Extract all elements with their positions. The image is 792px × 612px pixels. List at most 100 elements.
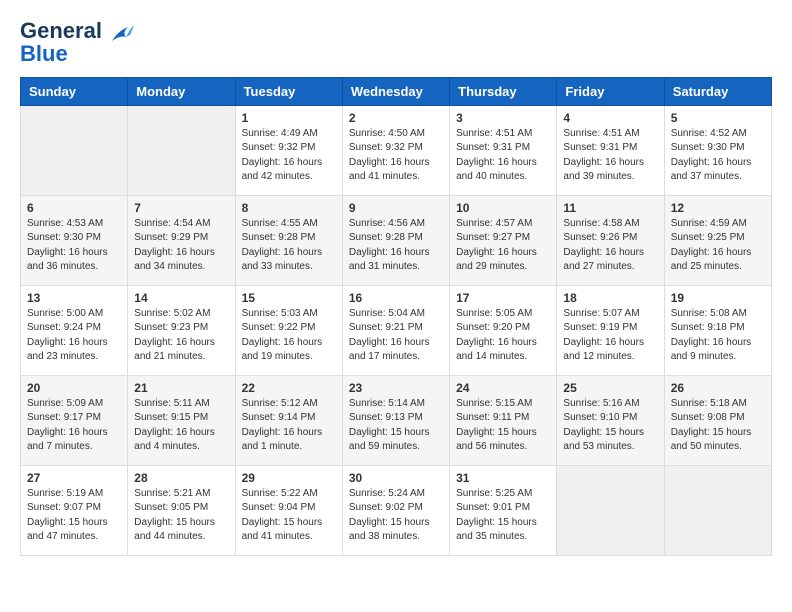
calendar-week-4: 20Sunrise: 5:09 AM Sunset: 9:17 PM Dayli… (21, 375, 772, 465)
calendar-cell: 13 Sunrise: 5:00 AM Sunset: 9:24 PM Dayli… (21, 285, 128, 375)
header-thursday: Thursday (450, 77, 557, 105)
calendar-cell: 3 Sunrise: 4:51 AM Sunset: 9:31 PM Daylig… (450, 105, 557, 195)
day-number: 3 (456, 111, 550, 125)
calendar-cell: 22 Sunrise: 5:12 AM Sunset: 9:14 PM Dayli… (235, 375, 342, 465)
day-info: Sunrise: 5:00 AM Sunset: 9:24 PM Dayligh… (27, 307, 121, 365)
day-info: Sunrise: 5:11 AM Sunset: 9:15 PM Dayligh… (134, 397, 228, 455)
day-number: 1 (242, 111, 336, 125)
day-info: Sunrise: 5:14 AM Sunset: 9:13 PM Dayligh… (349, 397, 443, 455)
day-info: Sunrise: 5:04 AM Sunset: 9:21 PM Dayligh… (349, 307, 443, 365)
day-info: Sunrise: 5:08 AM Sunset: 9:18 PM Dayligh… (671, 307, 765, 365)
calendar-cell: 2 Sunrise: 4:50 AM Sunset: 9:32 PM Daylig… (342, 105, 449, 195)
day-number: 23 (349, 381, 443, 395)
calendar-cell: 24 Sunrise: 5:15 AM Sunset: 9:11 PM Dayli… (450, 375, 557, 465)
day-info: Sunrise: 4:50 AM Sunset: 9:32 PM Dayligh… (349, 127, 443, 185)
day-info: Sunrise: 4:57 AM Sunset: 9:27 PM Dayligh… (456, 217, 550, 275)
calendar-cell: 11 Sunrise: 4:58 AM Sunset: 9:26 PM Dayli… (557, 195, 664, 285)
day-number: 6 (27, 201, 121, 215)
calendar-cell: 4 Sunrise: 4:51 AM Sunset: 9:31 PM Daylig… (557, 105, 664, 195)
day-info: Sunrise: 5:22 AM Sunset: 9:04 PM Dayligh… (242, 487, 336, 545)
calendar-cell (21, 105, 128, 195)
day-info: Sunrise: 5:09 AM Sunset: 9:17 PM Dayligh… (27, 397, 121, 455)
calendar-week-5: 27 Sunrise: 5:19 AM Sunset: 9:07 PM Dayli… (21, 465, 772, 555)
day-number: 14 (134, 291, 228, 305)
day-number: 26 (671, 381, 765, 395)
calendar-cell: 21 Sunrise: 5:11 AM Sunset: 9:15 PM Dayli… (128, 375, 235, 465)
calendar-header-row: SundayMondayTuesdayWednesdayThursdayFrid… (21, 77, 772, 105)
calendar-cell: 9 Sunrise: 4:56 AM Sunset: 9:28 PM Daylig… (342, 195, 449, 285)
calendar-cell: 6Sunrise: 4:53 AM Sunset: 9:30 PM Daylig… (21, 195, 128, 285)
header-wednesday: Wednesday (342, 77, 449, 105)
header-monday: Monday (128, 77, 235, 105)
calendar-week-2: 6Sunrise: 4:53 AM Sunset: 9:30 PM Daylig… (21, 195, 772, 285)
calendar-cell: 30Sunrise: 5:24 AM Sunset: 9:02 PM Dayli… (342, 465, 449, 555)
day-info: Sunrise: 4:55 AM Sunset: 9:28 PM Dayligh… (242, 217, 336, 275)
day-number: 22 (242, 381, 336, 395)
calendar-week-3: 13 Sunrise: 5:00 AM Sunset: 9:24 PM Dayli… (21, 285, 772, 375)
calendar-cell: 25Sunrise: 5:16 AM Sunset: 9:10 PM Dayli… (557, 375, 664, 465)
calendar-cell: 8Sunrise: 4:55 AM Sunset: 9:28 PM Daylig… (235, 195, 342, 285)
day-info: Sunrise: 4:54 AM Sunset: 9:29 PM Dayligh… (134, 217, 228, 275)
calendar-cell: 10 Sunrise: 4:57 AM Sunset: 9:27 PM Dayli… (450, 195, 557, 285)
header-saturday: Saturday (664, 77, 771, 105)
calendar-cell: 23 Sunrise: 5:14 AM Sunset: 9:13 PM Dayli… (342, 375, 449, 465)
day-number: 13 (27, 291, 121, 305)
day-info: Sunrise: 5:18 AM Sunset: 9:08 PM Dayligh… (671, 397, 765, 455)
day-info: Sunrise: 4:59 AM Sunset: 9:25 PM Dayligh… (671, 217, 765, 275)
day-number: 19 (671, 291, 765, 305)
calendar-cell: 18 Sunrise: 5:07 AM Sunset: 9:19 PM Dayli… (557, 285, 664, 375)
day-info: Sunrise: 5:24 AM Sunset: 9:02 PM Dayligh… (349, 487, 443, 545)
day-info: Sunrise: 5:25 AM Sunset: 9:01 PM Dayligh… (456, 487, 550, 545)
calendar-cell: 20Sunrise: 5:09 AM Sunset: 9:17 PM Dayli… (21, 375, 128, 465)
header-tuesday: Tuesday (235, 77, 342, 105)
header-friday: Friday (557, 77, 664, 105)
day-info: Sunrise: 4:56 AM Sunset: 9:28 PM Dayligh… (349, 217, 443, 275)
day-info: Sunrise: 5:19 AM Sunset: 9:07 PM Dayligh… (27, 487, 121, 545)
calendar-cell: 27 Sunrise: 5:19 AM Sunset: 9:07 PM Dayli… (21, 465, 128, 555)
day-info: Sunrise: 4:58 AM Sunset: 9:26 PM Dayligh… (563, 217, 657, 275)
day-number: 15 (242, 291, 336, 305)
calendar-cell (128, 105, 235, 195)
day-info: Sunrise: 5:07 AM Sunset: 9:19 PM Dayligh… (563, 307, 657, 365)
day-number: 10 (456, 201, 550, 215)
calendar-cell: 1 Sunrise: 4:49 AM Sunset: 9:32 PM Daylig… (235, 105, 342, 195)
calendar-cell: 19 Sunrise: 5:08 AM Sunset: 9:18 PM Dayli… (664, 285, 771, 375)
day-info: Sunrise: 5:16 AM Sunset: 9:10 PM Dayligh… (563, 397, 657, 455)
calendar-cell: 16 Sunrise: 5:04 AM Sunset: 9:21 PM Dayli… (342, 285, 449, 375)
logo-bird-icon (108, 23, 136, 45)
logo: General Blue (20, 20, 136, 67)
logo-blue-text: Blue (20, 41, 68, 67)
calendar-table: SundayMondayTuesdayWednesdayThursdayFrid… (20, 77, 772, 556)
calendar-week-1: 1 Sunrise: 4:49 AM Sunset: 9:32 PM Daylig… (21, 105, 772, 195)
day-number: 11 (563, 201, 657, 215)
day-number: 5 (671, 111, 765, 125)
day-number: 31 (456, 471, 550, 485)
header-sunday: Sunday (21, 77, 128, 105)
day-number: 16 (349, 291, 443, 305)
calendar-cell (664, 465, 771, 555)
day-number: 21 (134, 381, 228, 395)
day-info: Sunrise: 4:49 AM Sunset: 9:32 PM Dayligh… (242, 127, 336, 185)
day-info: Sunrise: 4:51 AM Sunset: 9:31 PM Dayligh… (456, 127, 550, 185)
page-header: General Blue (20, 20, 772, 67)
day-number: 27 (27, 471, 121, 485)
day-info: Sunrise: 5:21 AM Sunset: 9:05 PM Dayligh… (134, 487, 228, 545)
day-number: 9 (349, 201, 443, 215)
day-number: 12 (671, 201, 765, 215)
day-info: Sunrise: 4:52 AM Sunset: 9:30 PM Dayligh… (671, 127, 765, 185)
day-info: Sunrise: 5:12 AM Sunset: 9:14 PM Dayligh… (242, 397, 336, 455)
day-number: 29 (242, 471, 336, 485)
day-number: 18 (563, 291, 657, 305)
calendar-cell: 26 Sunrise: 5:18 AM Sunset: 9:08 PM Dayli… (664, 375, 771, 465)
calendar-cell: 15 Sunrise: 5:03 AM Sunset: 9:22 PM Dayli… (235, 285, 342, 375)
day-info: Sunrise: 4:51 AM Sunset: 9:31 PM Dayligh… (563, 127, 657, 185)
day-info: Sunrise: 5:15 AM Sunset: 9:11 PM Dayligh… (456, 397, 550, 455)
day-number: 2 (349, 111, 443, 125)
calendar-cell: 12 Sunrise: 4:59 AM Sunset: 9:25 PM Dayli… (664, 195, 771, 285)
day-number: 4 (563, 111, 657, 125)
calendar-cell: 5 Sunrise: 4:52 AM Sunset: 9:30 PM Daylig… (664, 105, 771, 195)
day-number: 7 (134, 201, 228, 215)
day-number: 28 (134, 471, 228, 485)
day-number: 24 (456, 381, 550, 395)
day-info: Sunrise: 5:03 AM Sunset: 9:22 PM Dayligh… (242, 307, 336, 365)
